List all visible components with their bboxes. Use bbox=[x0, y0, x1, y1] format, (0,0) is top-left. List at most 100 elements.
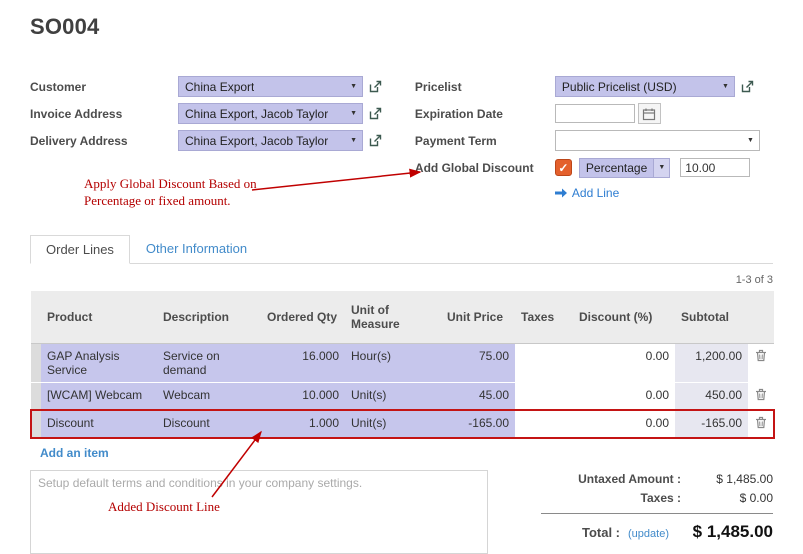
cell-qty[interactable]: 1.000 bbox=[261, 410, 345, 438]
cell-product[interactable]: [WCAM] Webcam bbox=[41, 383, 157, 411]
global-discount-checkbox[interactable]: ✓ bbox=[555, 159, 572, 176]
external-link-icon[interactable] bbox=[368, 133, 383, 148]
drag-handle[interactable] bbox=[31, 344, 41, 383]
delete-row-icon[interactable] bbox=[748, 344, 774, 383]
col-discount[interactable]: Discount (%) bbox=[573, 291, 675, 344]
cell-taxes[interactable] bbox=[515, 383, 573, 411]
update-link[interactable]: (update) bbox=[628, 528, 669, 540]
cell-taxes[interactable] bbox=[515, 410, 573, 438]
field-invoice-address: Invoice Address China Export, Jacob Tayl… bbox=[30, 103, 395, 124]
payment-term-select[interactable]: ▼ bbox=[555, 130, 760, 151]
tab-order-lines[interactable]: Order Lines bbox=[30, 235, 130, 264]
cell-subtotal[interactable]: 450.00 bbox=[675, 383, 748, 411]
cell-qty[interactable]: 16.000 bbox=[261, 344, 345, 383]
cell-uom[interactable]: Unit(s) bbox=[345, 410, 441, 438]
customer-value: China Export bbox=[185, 80, 254, 94]
untaxed-amount-row: Untaxed Amount : $ 1,485.00 bbox=[541, 472, 773, 486]
customer-select[interactable]: China Export ▼ bbox=[178, 76, 363, 97]
expiration-date-input[interactable] bbox=[555, 104, 635, 123]
cell-subtotal[interactable]: -165.00 bbox=[675, 410, 748, 438]
field-global-discount: Add Global Discount ✓ Percentage ▼ bbox=[415, 157, 773, 178]
untaxed-amount-value: $ 1,485.00 bbox=[681, 472, 773, 486]
total-value: $ 1,485.00 bbox=[677, 522, 773, 542]
taxes-row: Taxes : $ 0.00 bbox=[541, 491, 773, 505]
invoice-address-value: China Export, Jacob Taylor bbox=[185, 107, 328, 121]
cell-uom[interactable]: Unit(s) bbox=[345, 383, 441, 411]
chevron-down-icon: ▼ bbox=[350, 83, 357, 90]
cell-description[interactable]: Webcam bbox=[157, 383, 261, 411]
customer-label: Customer bbox=[30, 80, 178, 94]
taxes-label: Taxes : bbox=[641, 491, 681, 505]
add-line-label: Add Line bbox=[572, 186, 619, 200]
cell-uom[interactable]: Hour(s) bbox=[345, 344, 441, 383]
col-subtotal[interactable]: Subtotal bbox=[675, 291, 748, 344]
total-row: Total : (update) $ 1,485.00 bbox=[541, 522, 773, 542]
delivery-address-select[interactable]: China Export, Jacob Taylor ▼ bbox=[178, 130, 363, 151]
col-product[interactable]: Product bbox=[41, 291, 157, 344]
delivery-address-label: Delivery Address bbox=[30, 134, 178, 148]
pager: 1-3 of 3 bbox=[30, 274, 773, 286]
totals-divider bbox=[541, 513, 773, 514]
cell-qty[interactable]: 10.000 bbox=[261, 383, 345, 411]
table-row-discount: Discount Discount 1.000 Unit(s) -165.00 … bbox=[31, 410, 774, 438]
pricelist-value: Public Pricelist (USD) bbox=[562, 80, 677, 94]
delete-row-icon[interactable] bbox=[748, 383, 774, 411]
calendar-icon[interactable] bbox=[638, 103, 661, 124]
cell-taxes[interactable] bbox=[515, 344, 573, 383]
cell-description[interactable]: Service on demand bbox=[157, 344, 261, 383]
cell-price[interactable]: -165.00 bbox=[441, 410, 515, 438]
add-an-item-link[interactable]: Add an item bbox=[40, 446, 109, 460]
form-area: Customer China Export ▼ Invoice Address … bbox=[30, 76, 773, 200]
untaxed-amount-label: Untaxed Amount : bbox=[578, 472, 681, 486]
field-pricelist: Pricelist Public Pricelist (USD) ▼ bbox=[415, 76, 773, 97]
col-unit-of-measure[interactable]: Unit of Measure bbox=[345, 291, 441, 344]
handle-column-header bbox=[31, 291, 41, 344]
cell-price[interactable]: 45.00 bbox=[441, 383, 515, 411]
field-payment-term: Payment Term ▼ bbox=[415, 130, 773, 151]
cell-discount[interactable]: 0.00 bbox=[573, 383, 675, 411]
discount-amount-input[interactable] bbox=[680, 158, 750, 177]
totals-panel: Untaxed Amount : $ 1,485.00 Taxes : $ 0.… bbox=[541, 470, 773, 554]
external-link-icon[interactable] bbox=[368, 106, 383, 121]
table-row: [WCAM] Webcam Webcam 10.000 Unit(s) 45.0… bbox=[31, 383, 774, 411]
sale-order-sheet: SO004 Customer China Export ▼ Invoice Ad… bbox=[0, 0, 803, 554]
field-customer: Customer China Export ▼ bbox=[30, 76, 395, 97]
add-line-row: Add Line bbox=[415, 186, 773, 200]
discount-type-select[interactable]: Percentage ▼ bbox=[579, 158, 670, 178]
add-line-button[interactable]: Add Line bbox=[555, 186, 619, 200]
col-ordered-qty[interactable]: Ordered Qty bbox=[261, 291, 345, 344]
cell-discount[interactable]: 0.00 bbox=[573, 410, 675, 438]
external-link-icon[interactable] bbox=[740, 79, 755, 94]
order-lines-table: Product Description Ordered Qty Unit of … bbox=[30, 291, 775, 439]
terms-notes-textarea[interactable] bbox=[30, 470, 488, 554]
chevron-down-icon: ▼ bbox=[722, 83, 729, 90]
global-discount-label: Add Global Discount bbox=[415, 161, 555, 175]
chevron-down-icon: ▼ bbox=[654, 158, 670, 178]
invoice-address-select[interactable]: China Export, Jacob Taylor ▼ bbox=[178, 103, 363, 124]
cell-product[interactable]: GAP Analysis Service bbox=[41, 344, 157, 383]
chevron-down-icon: ▼ bbox=[350, 110, 357, 117]
field-expiration-date: Expiration Date bbox=[415, 103, 773, 124]
col-taxes[interactable]: Taxes bbox=[515, 291, 573, 344]
cell-subtotal[interactable]: 1,200.00 bbox=[675, 344, 748, 383]
cell-description[interactable]: Discount bbox=[157, 410, 261, 438]
external-link-icon[interactable] bbox=[368, 79, 383, 94]
field-delivery-address: Delivery Address China Export, Jacob Tay… bbox=[30, 130, 395, 151]
delete-row-icon[interactable] bbox=[748, 410, 774, 438]
tab-other-information[interactable]: Other Information bbox=[130, 234, 263, 263]
delivery-address-value: China Export, Jacob Taylor bbox=[185, 134, 328, 148]
cell-price[interactable]: 75.00 bbox=[441, 344, 515, 383]
chevron-down-icon: ▼ bbox=[747, 137, 754, 144]
form-right-column: Pricelist Public Pricelist (USD) ▼ Expir… bbox=[415, 76, 773, 200]
drag-handle[interactable] bbox=[31, 410, 41, 438]
chevron-down-icon: ▼ bbox=[350, 137, 357, 144]
drag-handle[interactable] bbox=[31, 383, 41, 411]
col-unit-price[interactable]: Unit Price bbox=[441, 291, 515, 344]
page-title: SO004 bbox=[30, 14, 773, 40]
col-description[interactable]: Description bbox=[157, 291, 261, 344]
cell-product[interactable]: Discount bbox=[41, 410, 157, 438]
table-header-row: Product Description Ordered Qty Unit of … bbox=[31, 291, 774, 344]
total-label: Total : bbox=[582, 525, 620, 540]
pricelist-select[interactable]: Public Pricelist (USD) ▼ bbox=[555, 76, 735, 97]
cell-discount[interactable]: 0.00 bbox=[573, 344, 675, 383]
